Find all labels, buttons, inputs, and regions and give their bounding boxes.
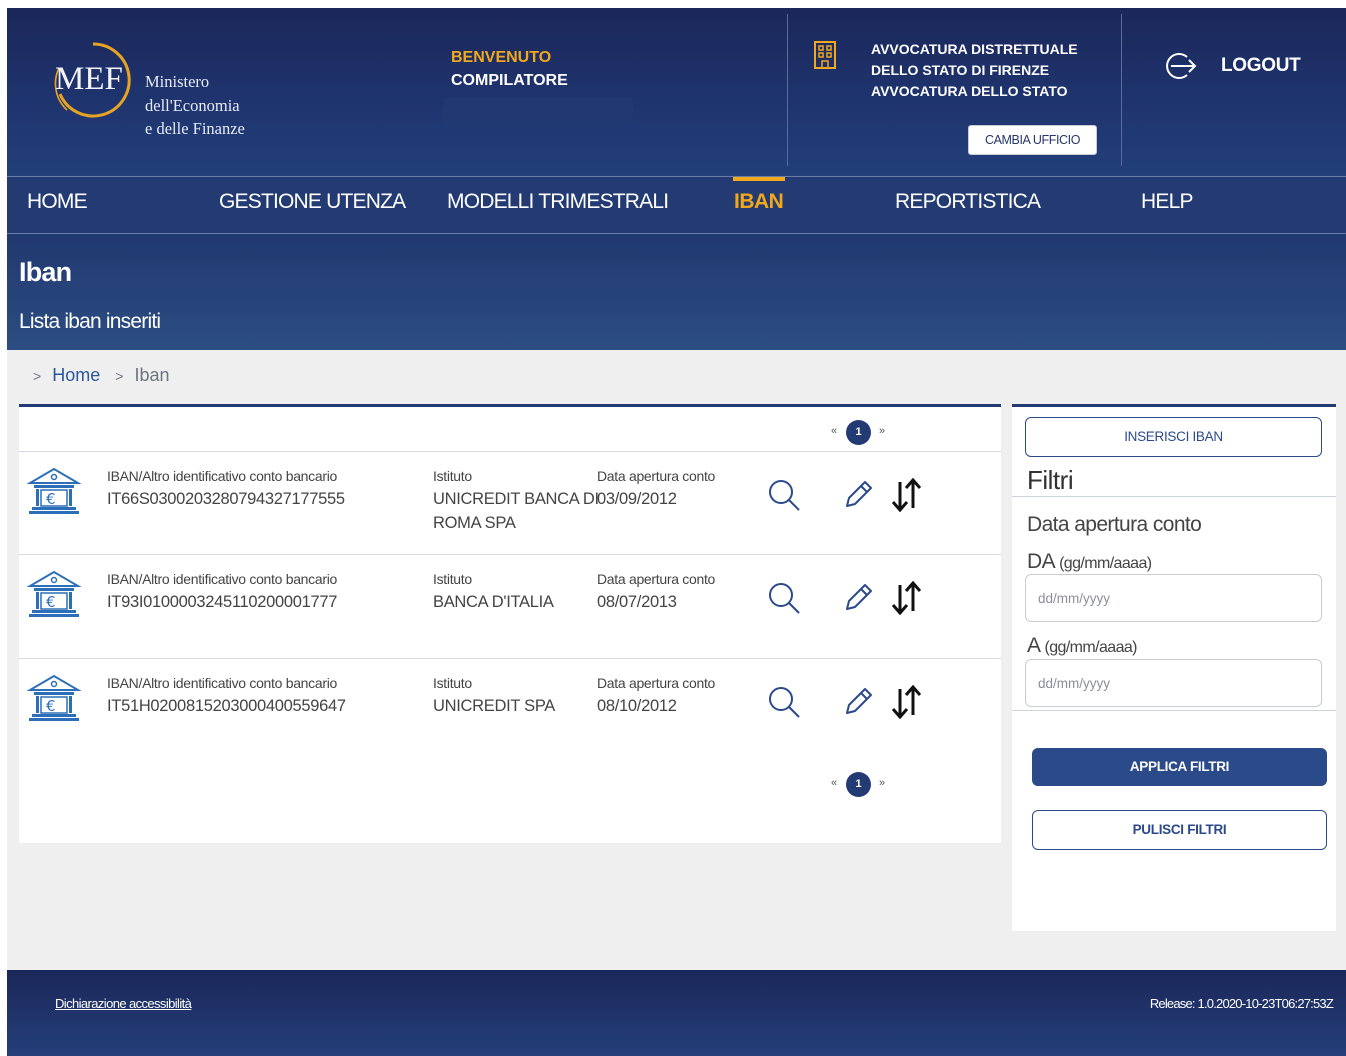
svg-text:€: € <box>46 697 56 715</box>
data-label: Data apertura conto <box>597 468 716 484</box>
user-role: COMPILATORE <box>451 72 568 89</box>
header-divider <box>787 14 788 166</box>
bank-euro-icon: € <box>27 467 81 514</box>
mef-logo[interactable]: MEF Ministero dell'Economia e delle Fina… <box>47 38 245 138</box>
pencil-icon[interactable] <box>841 581 875 615</box>
nav-item-help[interactable]: HELP <box>1141 189 1193 215</box>
logout-label: LOGOUT <box>1221 55 1301 76</box>
istituto-value: UNICREDIT SPA <box>433 697 556 715</box>
nav-item-gestione-utenza[interactable]: GESTIONE UTENZA <box>219 189 406 215</box>
bank-euro-icon: € <box>27 674 81 721</box>
nav-item-iban[interactable]: IBAN <box>734 189 784 215</box>
divider <box>1012 496 1336 497</box>
change-office-button[interactable]: CAMBIA UFFICIO <box>968 125 1097 155</box>
pagination-prev[interactable]: « <box>831 777 837 789</box>
pagination-top: « 1 » <box>831 420 891 446</box>
nav-item-home[interactable]: HOME <box>27 189 88 215</box>
data-label: Data apertura conto <box>597 571 716 587</box>
pagination-prev[interactable]: « <box>831 425 837 437</box>
page-title: Iban <box>19 257 72 287</box>
svg-text:€: € <box>46 490 56 508</box>
pagination-next[interactable]: » <box>879 777 885 789</box>
bank-euro-icon: € <box>27 570 81 617</box>
svg-text:MEF: MEF <box>55 61 123 97</box>
iban-value: IT93I0100003245110200001777 <box>107 593 338 611</box>
nav-active-indicator <box>733 177 785 181</box>
search-icon[interactable] <box>767 478 801 512</box>
iban-label: IBAN/Altro identificativo conto bancario <box>107 571 338 587</box>
title-band: Iban Lista iban inseriti <box>7 234 1346 350</box>
istituto-label: Istituto <box>433 675 472 691</box>
divider <box>1012 710 1336 711</box>
istituto-value: UNICREDIT BANCA DI ROMA SPA <box>433 490 599 532</box>
header-divider <box>1121 14 1122 166</box>
office-name: AVVOCATURA DISTRETTUALE DELLO STATO DI F… <box>871 41 1078 99</box>
breadcrumb-current: Iban <box>134 365 170 385</box>
release-info: Release: 1.0.2020-10-23T06:27:53Z <box>1149 996 1334 1011</box>
filters-title: Filtri <box>1027 465 1074 495</box>
pagination-page[interactable]: 1 <box>846 772 871 797</box>
table-row: € IBAN/Altro identificativo conto bancar… <box>19 451 1001 555</box>
pagination-bottom: « 1 » <box>831 772 891 798</box>
iban-label: IBAN/Altro identificativo conto bancario <box>107 468 338 484</box>
search-icon[interactable] <box>767 581 801 615</box>
sort-arrows-icon[interactable] <box>889 685 923 719</box>
building-icon <box>814 41 836 69</box>
svg-text:€: € <box>46 593 56 611</box>
footer: Dichiarazione accessibilità Release: 1.0… <box>7 970 1346 1056</box>
clear-filters-button[interactable]: PULISCI FILTRI <box>1032 810 1327 850</box>
data-value: 08/10/2012 <box>597 697 677 715</box>
iban-list-panel: « 1 » € IBAN/Altro identificativo conto … <box>19 404 1001 843</box>
istituto-label: Istituto <box>433 571 472 587</box>
welcome-label: BENVENUTO <box>451 49 552 66</box>
data-value: 03/09/2012 <box>597 490 677 508</box>
istituto-value: BANCA D'ITALIA <box>433 593 554 611</box>
data-value: 08/07/2013 <box>597 593 677 611</box>
welcome-block: BENVENUTO COMPILATORE <box>451 46 568 92</box>
apply-filters-button[interactable]: APPLICA FILTRI <box>1032 748 1327 786</box>
data-label: Data apertura conto <box>597 675 716 691</box>
user-name-placeholder <box>443 98 633 124</box>
main-nav: HOME GESTIONE UTENZA MODELLI TRIMESTRALI… <box>7 176 1346 234</box>
accessibility-link[interactable]: Dichiarazione accessibilità <box>55 996 192 1011</box>
page-subtitle: Lista iban inseriti <box>19 310 161 333</box>
search-icon[interactable] <box>767 685 801 719</box>
iban-value: IT51H0200815203000400559647 <box>107 697 346 715</box>
insert-iban-button[interactable]: INSERISCI IBAN <box>1025 417 1322 457</box>
filters-panel: INSERISCI IBAN Filtri Data apertura cont… <box>1012 404 1336 931</box>
date-to-input[interactable] <box>1025 659 1322 707</box>
table-row: € IBAN/Altro identificativo conto bancar… <box>19 658 1001 762</box>
pagination-page[interactable]: 1 <box>846 420 871 445</box>
istituto-label: Istituto <box>433 468 472 484</box>
header: MEF Ministero dell'Economia e delle Fina… <box>7 8 1346 176</box>
breadcrumb-separator: > <box>115 368 124 384</box>
pencil-icon[interactable] <box>841 478 875 512</box>
logout-icon <box>1166 53 1197 79</box>
pencil-icon[interactable] <box>841 685 875 719</box>
breadcrumb-separator: > <box>33 368 42 384</box>
breadcrumb: > Home > Iban <box>33 365 169 386</box>
app-window: MEF Ministero dell'Economia e delle Fina… <box>7 8 1346 1056</box>
nav-item-modelli-trimestrali[interactable]: MODELLI TRIMESTRALI <box>447 189 669 215</box>
filter-from-label: DA (gg/mm/aaaa) <box>1027 550 1152 573</box>
sort-arrows-icon[interactable] <box>889 581 923 615</box>
iban-label: IBAN/Altro identificativo conto bancario <box>107 675 338 691</box>
table-row: € IBAN/Altro identificativo conto bancar… <box>19 554 1001 658</box>
filter-section-title: Data apertura conto <box>1027 513 1202 536</box>
ministry-name: Ministero dell'Economia e delle Finanze <box>145 72 245 138</box>
nav-item-reportistica[interactable]: REPORTISTICA <box>895 189 1041 215</box>
filter-to-label: A (gg/mm/aaaa) <box>1027 634 1138 657</box>
iban-value: IT66S0300203280794327177555 <box>107 490 345 508</box>
breadcrumb-home[interactable]: Home <box>52 365 100 385</box>
sort-arrows-icon[interactable] <box>889 478 923 512</box>
pagination-next[interactable]: » <box>879 425 885 437</box>
date-from-input[interactable] <box>1025 574 1322 622</box>
